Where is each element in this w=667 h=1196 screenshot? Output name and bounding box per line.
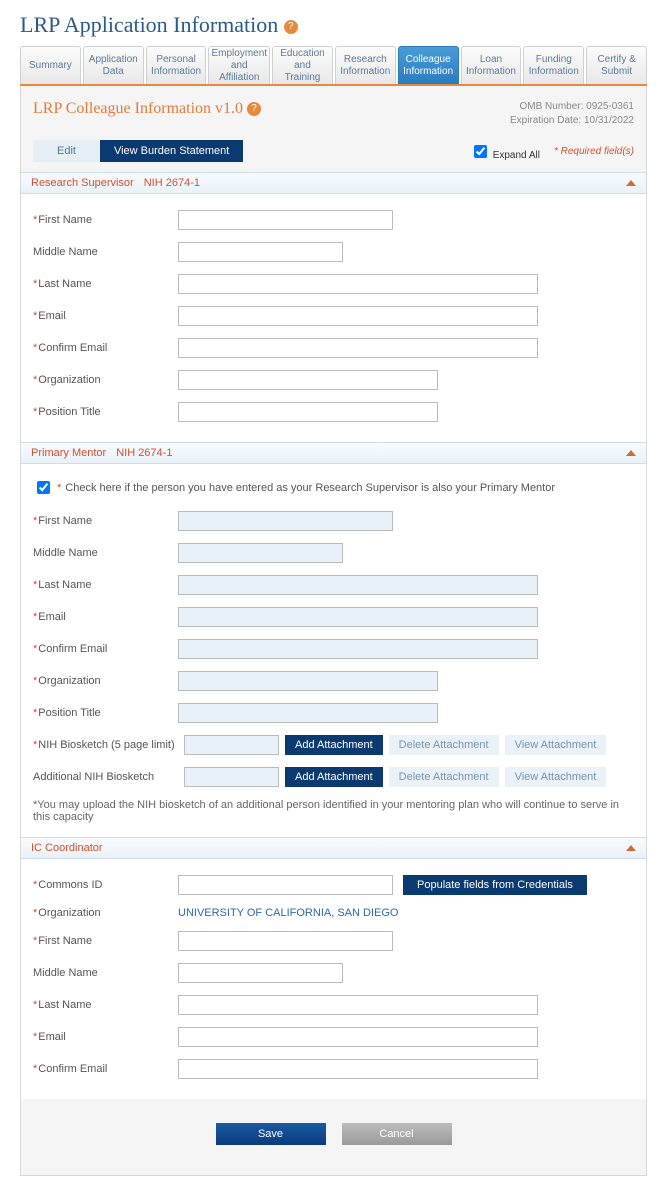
- tab-certify[interactable]: Certify & Submit: [586, 46, 647, 84]
- supervisor-last-name-input[interactable]: [178, 274, 538, 294]
- mentor-email-input[interactable]: [178, 607, 538, 627]
- tab-funding[interactable]: Funding Information: [523, 46, 584, 84]
- biosketch-note: *You may upload the NIH biosketch of an …: [33, 793, 634, 823]
- expand-all-checkbox[interactable]: [474, 145, 487, 158]
- help-icon[interactable]: ?: [284, 20, 298, 34]
- section-head-mentor[interactable]: Primary Mentor NIH 2674-1: [21, 442, 646, 464]
- label-middle-name: Middle Name: [33, 967, 178, 979]
- label-email: Email: [33, 310, 178, 322]
- tab-colleague[interactable]: Colleague Information: [398, 46, 459, 84]
- caret-up-icon: [626, 180, 636, 186]
- mentor-same-checkbox[interactable]: [37, 481, 50, 494]
- label-last-name: Last Name: [33, 999, 178, 1011]
- section-body-ic: Commons ID Populate fields from Credenti…: [21, 859, 646, 1099]
- label-first-name: First Name: [33, 214, 178, 226]
- ic-commons-id-input[interactable]: [178, 875, 393, 895]
- label-last-name: Last Name: [33, 278, 178, 290]
- section-body-mentor: * Check here if the person you have ente…: [21, 464, 646, 837]
- label-organization: Organization: [33, 374, 178, 386]
- expand-all-toggle[interactable]: Expand All: [470, 142, 540, 161]
- supervisor-organization-input[interactable]: [178, 370, 438, 390]
- caret-up-icon: [626, 845, 636, 851]
- label-middle-name: Middle Name: [33, 246, 178, 258]
- label-last-name: Last Name: [33, 579, 178, 591]
- label-middle-name: Middle Name: [33, 547, 178, 559]
- ic-middle-name-input[interactable]: [178, 963, 343, 983]
- ic-organization-value: UNIVERSITY OF CALIFORNIA, SAN DIEGO: [178, 907, 398, 919]
- supervisor-email-input[interactable]: [178, 306, 538, 326]
- ic-last-name-input[interactable]: [178, 995, 538, 1015]
- save-button[interactable]: Save: [216, 1123, 326, 1145]
- mentor-position-input[interactable]: [178, 703, 438, 723]
- view-burden-button[interactable]: View Burden Statement: [100, 140, 243, 162]
- label-confirm-email: Confirm Email: [33, 342, 178, 354]
- help-icon[interactable]: ?: [247, 102, 261, 116]
- ic-first-name-input[interactable]: [178, 931, 393, 951]
- view-attachment-button[interactable]: View Attachment: [505, 735, 607, 755]
- label-biosketch: NIH Biosketch (5 page limit): [33, 739, 178, 751]
- label-first-name: First Name: [33, 935, 178, 947]
- delete-attachment-button[interactable]: Delete Attachment: [389, 735, 499, 755]
- supervisor-confirm-email-input[interactable]: [178, 338, 538, 358]
- tab-summary[interactable]: Summary: [20, 46, 81, 84]
- label-add-biosketch: Additional NIH Biosketch: [33, 771, 178, 783]
- mentor-confirm-email-input[interactable]: [178, 639, 538, 659]
- tab-research[interactable]: Research Information: [335, 46, 396, 84]
- label-position-title: Position Title: [33, 707, 178, 719]
- caret-up-icon: [626, 450, 636, 456]
- label-organization: Organization: [33, 675, 178, 687]
- populate-button[interactable]: Populate fields from Credentials: [403, 875, 587, 895]
- mentor-last-name-input[interactable]: [178, 575, 538, 595]
- supervisor-first-name-input[interactable]: [178, 210, 393, 230]
- cancel-button[interactable]: Cancel: [342, 1123, 452, 1145]
- section-body-supervisor: First Name Middle Name Last Name Email C…: [21, 194, 646, 442]
- add-attachment-button-2[interactable]: Add Attachment: [285, 767, 383, 787]
- ic-email-input[interactable]: [178, 1027, 538, 1047]
- tab-employment[interactable]: Employment and Affiliation: [208, 46, 270, 84]
- tab-personal-info[interactable]: Personal Information: [146, 46, 207, 84]
- mentor-checkbox-label: Check here if the person you have entere…: [65, 482, 555, 494]
- tab-loan[interactable]: Loan Information: [461, 46, 522, 84]
- label-confirm-email: Confirm Email: [33, 1063, 178, 1075]
- label-confirm-email: Confirm Email: [33, 643, 178, 655]
- tab-bar: Summary Application Data Personal Inform…: [0, 46, 667, 84]
- mentor-first-name-input[interactable]: [178, 511, 393, 531]
- mentor-organization-input[interactable]: [178, 671, 438, 691]
- section-head-ic[interactable]: IC Coordinator: [21, 837, 646, 859]
- card-title: LRP Colleague Information v1.0 ?: [33, 100, 261, 118]
- supervisor-position-input[interactable]: [178, 402, 438, 422]
- section-head-supervisor[interactable]: Research Supervisor NIH 2674-1: [21, 172, 646, 194]
- omb-info: OMB Number: 0925-0361 Expiration Date: 1…: [510, 100, 634, 128]
- form-card: LRP Colleague Information v1.0 ? OMB Num…: [20, 86, 647, 1176]
- label-email: Email: [33, 1031, 178, 1043]
- edit-button[interactable]: Edit: [33, 140, 100, 162]
- tab-education[interactable]: Education and Training: [272, 46, 333, 84]
- add-attachment-button[interactable]: Add Attachment: [285, 735, 383, 755]
- mentor-middle-name-input[interactable]: [178, 543, 343, 563]
- supervisor-middle-name-input[interactable]: [178, 242, 343, 262]
- label-first-name: First Name: [33, 515, 178, 527]
- page-title: LRP Application Information ?: [0, 0, 667, 46]
- delete-attachment-button-2[interactable]: Delete Attachment: [389, 767, 499, 787]
- required-note: * Required field(s): [554, 146, 634, 157]
- tab-application-data[interactable]: Application Data: [83, 46, 144, 84]
- mentor-add-biosketch-input[interactable]: [184, 767, 279, 787]
- footer-actions: Save Cancel: [21, 1099, 646, 1175]
- mentor-biosketch-input[interactable]: [184, 735, 279, 755]
- label-commons-id: Commons ID: [33, 879, 178, 891]
- label-email: Email: [33, 611, 178, 623]
- view-attachment-button-2[interactable]: View Attachment: [505, 767, 607, 787]
- label-position-title: Position Title: [33, 406, 178, 418]
- label-organization: Organization: [33, 907, 178, 919]
- ic-confirm-email-input[interactable]: [178, 1059, 538, 1079]
